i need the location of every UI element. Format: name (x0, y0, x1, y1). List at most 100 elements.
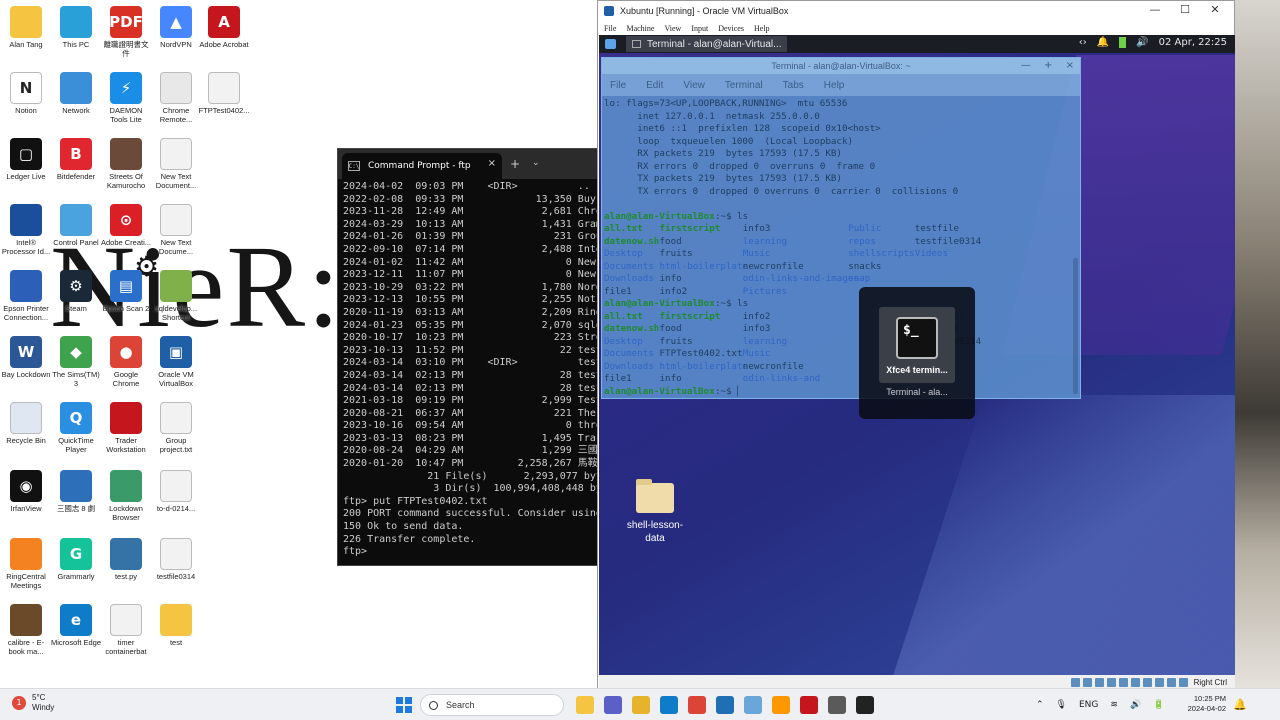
desktop-icon[interactable]: test (150, 604, 202, 647)
xfce-menu-icon[interactable] (605, 39, 616, 49)
desktop-icon[interactable]: FTPTest0402... (198, 72, 250, 115)
close-tab-icon[interactable]: × (488, 158, 496, 169)
vbox-title-bar[interactable]: Xubuntu [Running] - Oracle VM VirtualBox… (598, 1, 1234, 21)
cmd-tab[interactable]: C:\ Command Prompt - ftp × (342, 153, 502, 179)
terminal-menu-file[interactable]: File (610, 80, 626, 91)
desktop-icon[interactable]: to-d-0214... (150, 470, 202, 513)
recording-icon[interactable] (1154, 677, 1164, 687)
battery-icon[interactable]: 🔋 (1153, 700, 1164, 710)
desktop-icon[interactable]: A Adobe Acrobat (198, 6, 250, 49)
desktop-icon[interactable]: This PC (50, 6, 102, 49)
explorer-folder-icon[interactable] (632, 696, 650, 714)
vbox-menu-file[interactable]: File (604, 24, 616, 33)
optical-drive-icon[interactable] (1082, 677, 1092, 687)
desktop-icon[interactable]: testfile0314 (150, 538, 202, 581)
desktop-icon[interactable]: Group project.txt (150, 402, 202, 454)
network-adapter-icon[interactable] (1106, 677, 1116, 687)
desktop-icon[interactable]: ⊙ Adobe Creati... (100, 204, 152, 247)
desktop-icon[interactable]: Epson Printer Connection... (0, 270, 52, 322)
terminal-menu-terminal[interactable]: Terminal (725, 80, 763, 91)
desktop-icon[interactable]: Alan Tang (0, 6, 52, 49)
desktop-icon[interactable]: ▤ Epson Scan 2 (100, 270, 152, 313)
desktop-icon[interactable]: Lockdown Browser (100, 470, 152, 522)
guest-terminal-window[interactable]: Terminal - alan@alan-VirtualBox: ~ — + ×… (601, 57, 1081, 399)
minimize-icon[interactable]: — (1140, 3, 1170, 16)
close-icon[interactable]: ✕ (1200, 3, 1230, 16)
desktop-icon[interactable]: PDF 離職證明書文件 (100, 6, 152, 58)
file-explorer-icon[interactable] (576, 696, 594, 714)
desktop-icon[interactable]: test.py (100, 538, 152, 581)
vbox-menu-devices[interactable]: Devices (718, 24, 744, 33)
desktop-icon[interactable]: New Text Document... (150, 138, 202, 190)
battery-icon[interactable] (1119, 37, 1127, 48)
language-indicator[interactable]: ENG (1079, 700, 1098, 710)
panel-task-terminal[interactable]: Terminal - alan@alan-Virtual... (626, 36, 788, 52)
terminal-scrollbar[interactable] (1073, 258, 1078, 394)
show-hidden-icons-icon[interactable]: ⌃ (1036, 700, 1044, 710)
desktop-icon[interactable]: Q QuickTime Player (50, 402, 102, 454)
notification-bell-icon[interactable]: 🔔 (1097, 37, 1109, 48)
desktop-icon[interactable]: Intel® Processor Id... (0, 204, 52, 256)
display-icon[interactable] (1142, 677, 1152, 687)
volume-icon[interactable]: 🔊 (1136, 37, 1148, 48)
mouse-integration-icon[interactable] (1166, 677, 1176, 687)
terminal-menu-edit[interactable]: Edit (646, 80, 663, 91)
desktop-icon[interactable]: e Microsoft Edge (50, 604, 102, 647)
maximize-icon[interactable]: ☐ (1170, 3, 1200, 16)
desktop-icon[interactable]: G Grammarly (50, 538, 102, 581)
desktop-icon[interactable]: RingCentral Meetings (0, 538, 52, 590)
desktop-icon[interactable]: ◆ The Sims(TM) 3 (50, 336, 102, 388)
terminal-taskbar-icon[interactable] (856, 696, 874, 714)
desktop-icon[interactable]: ▣ Oracle VM VirtualBox (150, 336, 202, 388)
desktop-icon[interactable]: B Bitdefender (50, 138, 102, 181)
desktop-icon[interactable]: N Notion (0, 72, 52, 115)
usb-icon[interactable] (1118, 677, 1128, 687)
mail-icon[interactable] (716, 696, 734, 714)
chevron-down-icon[interactable]: ⌄ (532, 158, 540, 168)
acrobat-taskbar-icon[interactable] (800, 696, 818, 714)
minimize-icon[interactable]: — (1021, 60, 1031, 71)
terminal-menu-help[interactable]: Help (824, 80, 845, 91)
maximize-icon[interactable]: + (1044, 60, 1052, 71)
desktop-icon[interactable]: timer containerbat (100, 604, 152, 656)
virtualbox-window[interactable]: Xubuntu [Running] - Oracle VM VirtualBox… (597, 0, 1235, 688)
shared-folders-icon[interactable] (1130, 677, 1140, 687)
desktop-icon[interactable]: ⚡ DAEMON Tools Lite (100, 72, 152, 124)
edge-taskbar-icon[interactable] (660, 696, 678, 714)
start-button[interactable] (396, 697, 412, 713)
notification-icon[interactable]: 🔔 (1233, 698, 1247, 711)
desktop-icon[interactable]: sqldevelop... Shortcut (150, 270, 202, 322)
command-prompt-window[interactable]: C:\ Command Prompt - ftp × + ⌄ 2024-04-0… (337, 148, 600, 566)
desktop-icon[interactable]: ▲ NordVPN (150, 6, 202, 49)
desktop-icon[interactable]: calibre - E-book ma... (0, 604, 52, 656)
vbox-menu-view[interactable]: View (664, 24, 681, 33)
hard-disk-icon[interactable] (1070, 677, 1080, 687)
new-tab-icon[interactable]: + (510, 157, 520, 171)
weather-widget[interactable]: 1 5°C Windy (12, 693, 54, 713)
window-switcher[interactable]: $_ Xfce4 termin... Terminal - ala... (859, 287, 975, 419)
vbox-menu-machine[interactable]: Machine (626, 24, 654, 33)
cmd-output[interactable]: 2024-04-02 09:03 PM <DIR> .. 2022-02-08 0… (343, 181, 599, 565)
audio-icon[interactable] (1094, 677, 1104, 687)
taskbar-clock[interactable]: 10:25 PM 2024-04-02 (1180, 694, 1226, 714)
panel-clock[interactable]: 02 Apr, 22:25 (1159, 37, 1227, 48)
desktop-icon[interactable]: ◉ IrfanView (0, 470, 52, 513)
desktop-icon[interactable]: ▢ Ledger Live (0, 138, 52, 181)
desktop-folder-shell-lesson-data[interactable]: shell-lesson-data (619, 479, 691, 545)
vbox-menu-help[interactable]: Help (754, 24, 770, 33)
close-icon[interactable]: × (1066, 60, 1074, 71)
desktop-icon[interactable]: 三國志 8 劇 (50, 470, 102, 513)
desktop-icon[interactable]: Recycle Bin (0, 402, 52, 445)
photos-icon[interactable] (744, 696, 762, 714)
desktop-icon[interactable]: Chrome Remote... (150, 72, 202, 124)
network-arrows-icon[interactable]: ‹› (1079, 37, 1087, 48)
terminal-output[interactable]: lo: flags=73<UP,LOOPBACK,RUNNING> mtu 65… (604, 98, 1070, 398)
terminal-title-bar[interactable]: Terminal - alan@alan-VirtualBox: ~ — + × (602, 58, 1080, 74)
desktop-icon[interactable]: New Text Docume... (150, 204, 202, 256)
cursor-app-icon[interactable] (828, 696, 846, 714)
desktop-icon[interactable]: W Bay Lockdown (0, 336, 52, 379)
keyboard-capture-icon[interactable] (1178, 677, 1188, 687)
wifi-icon[interactable]: ≋ (1110, 700, 1118, 710)
desktop-icon[interactable]: Control Panel (50, 204, 102, 247)
chrome-taskbar-icon[interactable] (688, 696, 706, 714)
